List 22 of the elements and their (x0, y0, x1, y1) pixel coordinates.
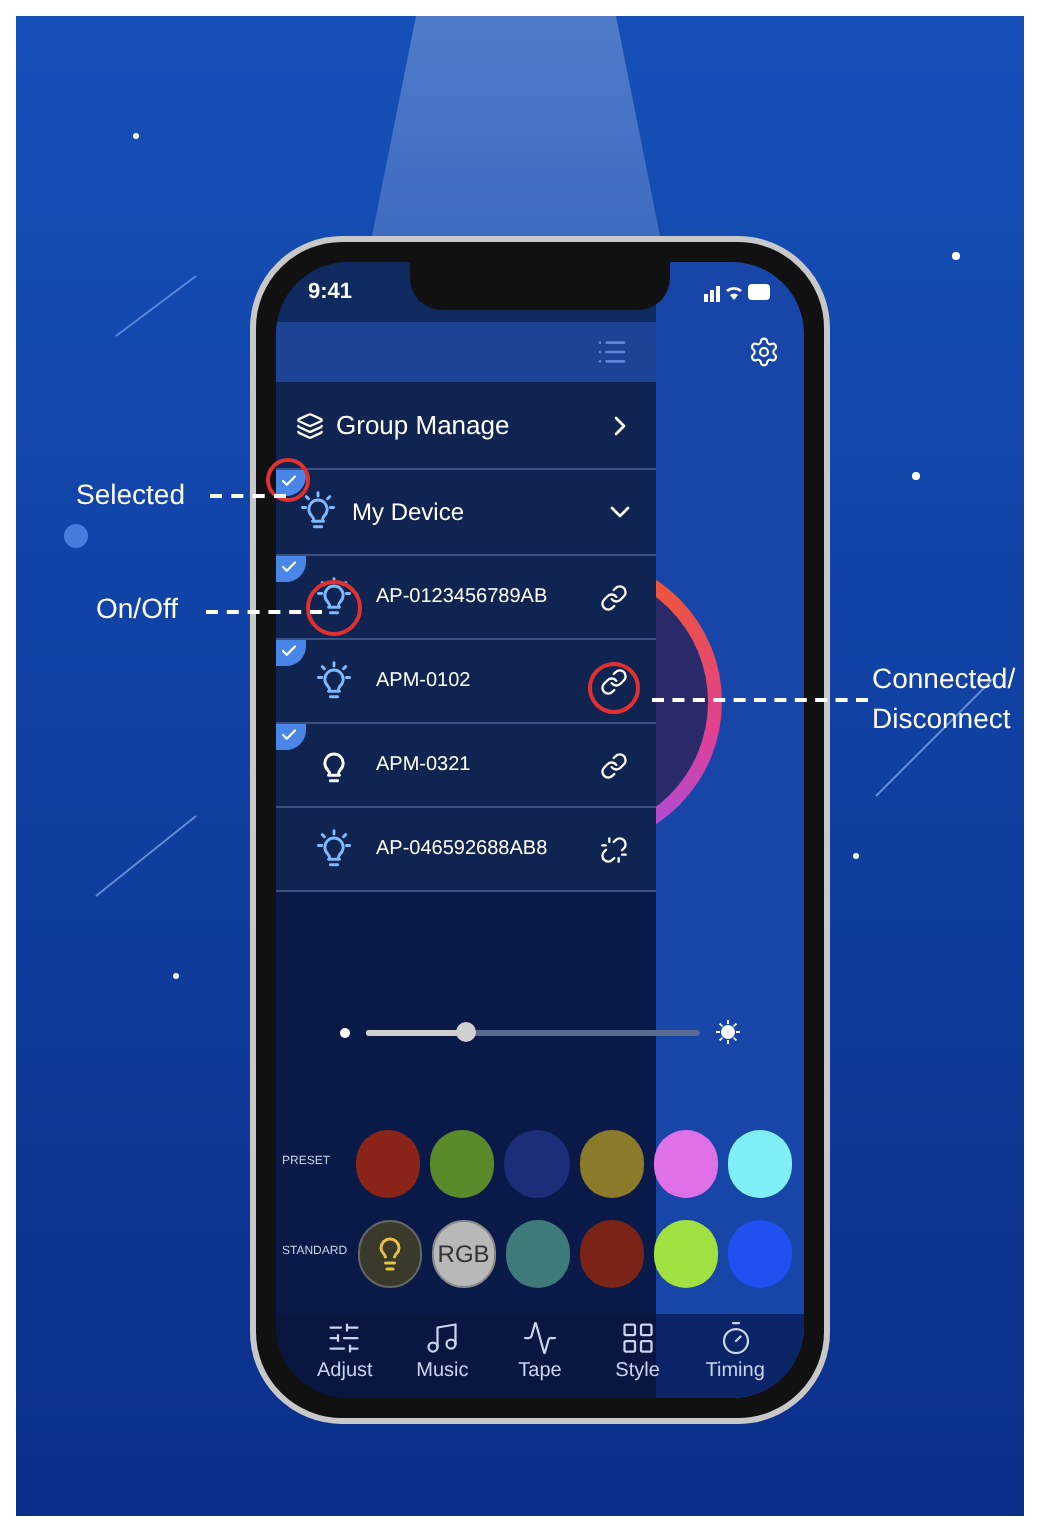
device-name: AP-0123456789AB (376, 584, 550, 612)
status-time: 9:41 (308, 277, 353, 308)
device-group-row[interactable]: My Device (276, 470, 656, 556)
tab[interactable]: Style (597, 1320, 678, 1386)
callout-label: Selected (76, 476, 185, 514)
device-name: APM-0102 (376, 668, 473, 696)
tab[interactable]: Tape (499, 1320, 580, 1386)
device-row[interactable]: APM-0321 (276, 724, 656, 808)
tab[interactable]: Adjust (304, 1320, 385, 1386)
tab[interactable]: Music (402, 1320, 483, 1386)
group-manage-row[interactable]: Group Manage (276, 382, 656, 470)
device-name: APM-0321 (376, 752, 473, 780)
callout-label: Connected/ Disconnect (872, 660, 1016, 738)
tab[interactable]: Timing (695, 1320, 776, 1386)
rgb-swatch[interactable]: RGB (431, 1219, 496, 1287)
device-row[interactable]: AP-046592688AB8 (276, 808, 656, 892)
device-name: AP-046592688AB8 (376, 836, 550, 864)
row-label: Group Manage (336, 407, 512, 444)
row-label: My Device (352, 496, 467, 530)
callout-label: On/Off (96, 590, 178, 628)
device-row[interactable]: APM-0102 (276, 640, 656, 724)
device-row[interactable]: AP-0123456789AB (276, 556, 656, 640)
